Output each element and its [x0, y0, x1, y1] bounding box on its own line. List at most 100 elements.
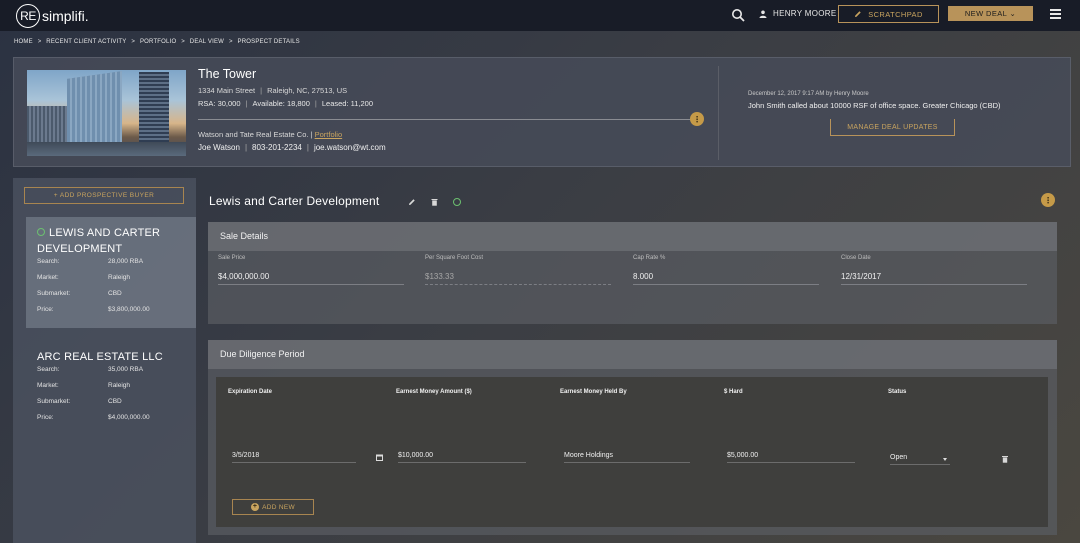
breadcrumb-separator: >: [181, 39, 185, 45]
scratchpad-label: SCRATCHPAD: [868, 9, 923, 19]
edit-pencil-icon[interactable]: [408, 198, 416, 206]
detail-key: Market:: [37, 382, 59, 389]
per-square-foot-cost-field: Per Square Foot Cost $133.33: [425, 255, 611, 285]
sale-details-heading: Sale Details: [208, 222, 1057, 251]
buyers-sidebar: + ADD PROSPECTIVE BUYER LEWIS AND CARTER…: [13, 178, 196, 543]
close-date-field[interactable]: Close Date 12/31/2017: [841, 255, 1027, 285]
portfolio-link[interactable]: Portfolio: [315, 130, 343, 139]
update-text: John Smith called about 10000 RSF of off…: [748, 101, 1001, 110]
detail-value: 35,000 RBA: [108, 366, 144, 373]
deal-title: Lewis and Carter Development: [209, 194, 380, 208]
column-header: $ Hard: [724, 389, 743, 395]
add-new-button[interactable]: + ADD NEW: [232, 499, 314, 515]
buyer-card-arc-real-estate[interactable]: ARC REAL ESTATE LLC Search: 35,000 RBA Ma…: [26, 341, 196, 441]
due-diligence-panel: Due Diligence Period Expiration Date Ear…: [208, 340, 1057, 535]
property-title: The Tower: [198, 67, 257, 81]
breadcrumb-separator: >: [131, 39, 136, 45]
field-value: $133.33: [425, 272, 611, 285]
breadcrumb-portfolio[interactable]: PORTFOLIO: [140, 39, 176, 45]
sale-price-field[interactable]: Sale Price $4,000,000.00: [218, 255, 404, 285]
property-space-stats: RSA: 30,000 | Available: 18,800 | Leased: 11…: [198, 99, 374, 108]
property-street: 1334 Main Street: [198, 86, 256, 95]
property-city: Raleigh, NC, 27513, US: [267, 86, 348, 95]
calendar-icon[interactable]: [376, 454, 383, 461]
detail-key: Price:: [37, 306, 54, 313]
add-new-label: ADD NEW: [262, 503, 295, 511]
plus-circle-icon: +: [251, 503, 260, 511]
property-available: Available: 18,800: [252, 99, 310, 108]
contact-email[interactable]: joe.watson@wt.com: [314, 143, 386, 152]
contact-name: Joe Watson: [198, 143, 240, 152]
refresh-icon[interactable]: [453, 198, 461, 206]
breadcrumb-home[interactable]: HOME: [14, 39, 33, 45]
breadcrumb-recent-activity[interactable]: RECENT CLIENT ACTIVITY: [46, 39, 126, 45]
field-value[interactable]: 8.000: [633, 272, 819, 285]
search-icon[interactable]: [731, 8, 745, 22]
property-company: Watson and Tate Real Estate Co. | Portfo…: [198, 130, 342, 139]
logo-mark: RE: [16, 4, 40, 28]
company-name: Watson and Tate Real Estate Co. |: [198, 130, 313, 139]
contact-phone[interactable]: 803-201-2234: [252, 143, 302, 152]
refresh-icon: [37, 228, 45, 236]
field-value[interactable]: 12/31/2017: [841, 272, 1027, 285]
hamburger-menu-icon[interactable]: [1050, 9, 1061, 19]
property-more-menu-button[interactable]: ⋮: [690, 112, 704, 126]
property-photo: [27, 70, 186, 156]
field-label: Per Square Foot Cost: [425, 255, 484, 261]
breadcrumb-prospect-details: PROSPECT DETAILS: [237, 39, 300, 45]
buyer-card-lewis-and-carter[interactable]: LEWIS AND CARTER DEVELOPMENT Search: 28,0…: [26, 217, 196, 328]
property-card: The Tower 1334 Main Street | Raleigh, NC, …: [13, 57, 1071, 167]
detail-value: Raleigh: [108, 274, 131, 281]
pencil-icon: [855, 11, 861, 17]
user-icon: [759, 10, 767, 18]
detail-value: $4,000,000.00: [108, 414, 150, 421]
delete-row-trash-icon[interactable]: [1002, 455, 1008, 463]
breadcrumb-deal-view[interactable]: DEAL VIEW: [190, 39, 224, 45]
column-header: Earnest Money Held By: [560, 389, 627, 395]
column-header: Expiration Date: [228, 389, 273, 395]
user-name: HENRY MOORE: [773, 9, 837, 18]
field-label: Sale Price: [218, 255, 246, 261]
cap-rate-field[interactable]: Cap Rate % 8.000: [633, 255, 819, 285]
detail-key: Search:: [37, 366, 60, 373]
detail-key: Submarket:: [37, 398, 71, 405]
property-contact: Joe Watson | 803-201-2234 | joe.watson@wt.co…: [198, 143, 386, 152]
buyer-name: ARC REAL ESTATE LLC: [37, 351, 163, 363]
logo-text: simplifi.: [42, 8, 89, 24]
field-label: Close Date: [841, 255, 871, 261]
detail-value: CBD: [108, 290, 122, 297]
breadcrumb: HOME > RECENT CLIENT ACTIVITY > PORTFOLI…: [14, 39, 303, 45]
column-header: Earnest Money Amount ($): [396, 389, 472, 395]
deal-more-menu-button[interactable]: ⋮: [1041, 193, 1055, 207]
field-value[interactable]: $4,000,000.00: [218, 272, 404, 285]
delete-trash-icon[interactable]: [431, 198, 438, 206]
scratchpad-button[interactable]: SCRATCHPAD: [838, 5, 939, 23]
new-deal-button[interactable]: NEW DEAL ⌄: [948, 6, 1033, 21]
property-rsa: RSA: 30,000: [198, 99, 241, 108]
due-diligence-heading: Due Diligence Period: [208, 340, 1057, 369]
detail-key: Search:: [37, 258, 60, 265]
expiration-date-input[interactable]: 3/5/2018: [232, 452, 356, 463]
field-label: Cap Rate %: [633, 255, 666, 261]
detail-key: Price:: [37, 414, 54, 421]
detail-value: 28,000 RBA: [108, 258, 144, 265]
earnest-money-held-by-input[interactable]: Moore Holdings: [564, 452, 690, 463]
hard-amount-input[interactable]: $5,000.00: [727, 452, 855, 463]
due-diligence-table: Expiration Date Earnest Money Amount ($)…: [216, 377, 1048, 527]
breadcrumb-separator: >: [37, 39, 42, 45]
manage-deal-updates-button[interactable]: MANAGE DEAL UPDATES: [830, 119, 955, 136]
update-meta: December 12, 2017 9:17 AM by Henry Moore: [748, 91, 869, 97]
detail-key: Submarket:: [37, 290, 71, 297]
logo[interactable]: RE simplifi.: [16, 4, 89, 28]
status-select[interactable]: Open: [890, 454, 950, 465]
breadcrumb-separator: >: [228, 39, 233, 45]
detail-value: Raleigh: [108, 382, 131, 389]
detail-value: $3,800,000.00: [108, 306, 150, 313]
column-header: Status: [888, 389, 907, 395]
property-leased: Leased: 11,200: [321, 99, 374, 108]
detail-key: Market:: [37, 274, 59, 281]
buyer-name: LEWIS AND CARTER DEVELOPMENT: [37, 227, 161, 255]
earnest-money-amount-input[interactable]: $10,000.00: [398, 452, 526, 463]
add-prospective-buyer-button[interactable]: + ADD PROSPECTIVE BUYER: [24, 187, 184, 204]
user-menu[interactable]: HENRY MOORE: [759, 9, 836, 18]
